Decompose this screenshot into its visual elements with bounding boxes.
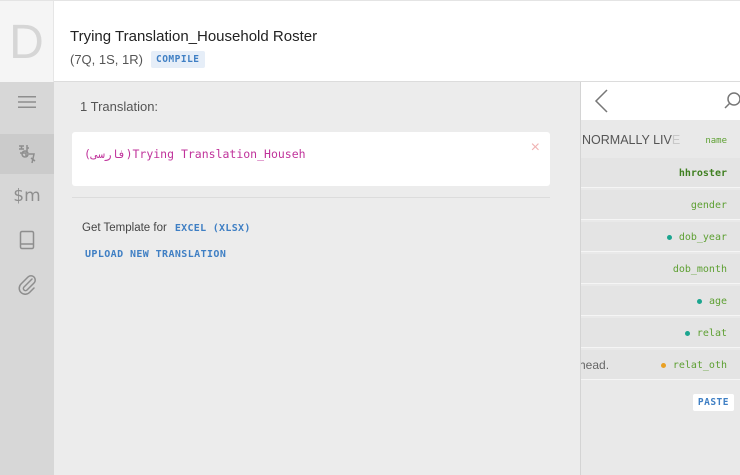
menu-icon[interactable]	[0, 86, 54, 118]
variable-row[interactable]: dob_year	[581, 222, 740, 252]
variable-name: age	[696, 296, 727, 307]
translation-name[interactable]: (فارسی)Trying Translation_Househ	[84, 147, 306, 161]
questionnaire-counts: (7Q, 1S, 1R)	[70, 52, 143, 67]
variable-name: relat_oth	[660, 360, 727, 371]
questionnaire-stats: (7Q, 1S, 1R) COMPILE	[70, 51, 205, 68]
question-text-truncated: head.	[580, 358, 610, 372]
macros-label: $m	[13, 186, 41, 206]
variable-row[interactable]: head. relat_oth	[581, 350, 740, 380]
compile-button[interactable]: COMPILE	[150, 51, 205, 68]
translation-card[interactable]: (فارسی)Trying Translation_Househ ×	[72, 132, 550, 186]
status-dot	[660, 363, 666, 368]
translations-panel: 1 Translation: (فارسی)Trying Translation…	[54, 82, 580, 475]
variables-panel-toolbar	[581, 82, 740, 120]
get-template-label: Get Template for	[82, 222, 167, 234]
translations-count-heading: 1 Translation:	[80, 99, 159, 114]
variable-name: hhroster	[678, 168, 727, 179]
search-icon[interactable]	[723, 90, 740, 112]
variable-name-header: name	[705, 136, 727, 146]
variable-row[interactable]: gender	[581, 190, 740, 220]
app-header: D Trying Translation_Household Roster (7…	[0, 0, 740, 83]
variables-header: NORMALLY LIVE name	[581, 128, 740, 150]
paste-button[interactable]: PASTE	[692, 394, 734, 411]
get-template-row: Get Template for EXCEL (XLSX)	[82, 222, 251, 234]
questionnaire-title: Trying Translation_Household Roster	[70, 28, 318, 45]
logo-letter: D	[9, 16, 44, 69]
variable-row[interactable]: age	[581, 286, 740, 316]
delete-translation-icon[interactable]: ×	[531, 139, 540, 157]
variable-row[interactable]: dob_month	[581, 254, 740, 284]
variables-panel: NORMALLY LIVE name hhroster gender dob_y…	[580, 82, 740, 475]
upload-translation-link[interactable]: UPLOAD NEW TRANSLATION	[85, 249, 226, 260]
excel-template-link[interactable]: EXCEL (XLSX)	[175, 223, 251, 234]
attachment-icon[interactable]	[0, 268, 54, 300]
variable-name: dob_year	[666, 232, 727, 243]
variable-row[interactable]: hhroster	[581, 158, 740, 188]
variable-row[interactable]: relat	[581, 318, 740, 348]
app-logo[interactable]: D	[0, 1, 54, 83]
variable-name: gender	[690, 200, 727, 211]
question-text-truncated: NORMALLY LIVE	[582, 133, 681, 147]
variable-name: dob_month	[672, 264, 727, 275]
status-dot	[684, 331, 690, 336]
section-divider	[72, 197, 550, 198]
back-arrow-icon[interactable]	[589, 87, 615, 115]
variable-name: relat	[684, 328, 727, 339]
macros-icon[interactable]: $m	[0, 180, 54, 212]
status-dot	[696, 299, 702, 304]
book-icon[interactable]	[0, 224, 54, 256]
left-sidebar: $m	[0, 82, 54, 475]
status-dot	[666, 235, 672, 240]
translate-icon[interactable]	[0, 134, 54, 174]
